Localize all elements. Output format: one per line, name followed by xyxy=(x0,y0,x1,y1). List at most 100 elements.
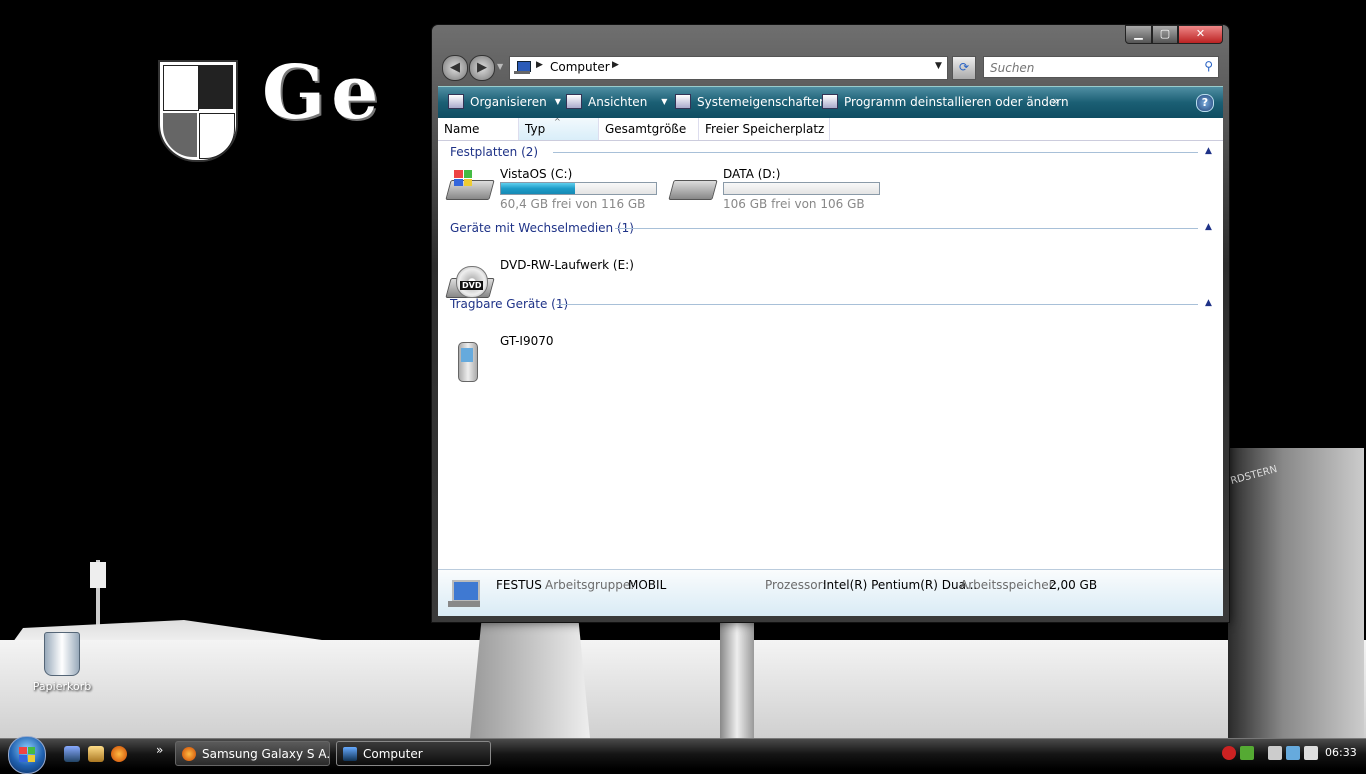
dvd-drive-icon: DVD xyxy=(445,266,495,300)
organize-icon xyxy=(448,94,464,109)
breadcrumb-computer[interactable]: Computer xyxy=(550,60,610,74)
start-button[interactable] xyxy=(8,736,46,774)
drive-d-free-space: 106 GB frei von 106 GB xyxy=(723,197,865,211)
chevron-down-icon: ▼ xyxy=(554,97,561,106)
computer-icon xyxy=(448,580,480,608)
minimize-button[interactable]: ▁ xyxy=(1125,25,1152,44)
uninstall-program-label: Programm deinstallieren oder ändern xyxy=(844,94,1069,109)
city-crest-icon xyxy=(158,60,238,162)
drive-c-usage-bar xyxy=(500,182,657,195)
drive-e-name: DVD-RW-Laufwerk (E:) xyxy=(500,258,634,272)
uninstall-program-button[interactable]: Programm deinstallieren oder ändern xyxy=(822,94,1069,109)
memory-label: Arbeitsspeicher: xyxy=(960,578,1058,592)
address-bar[interactable]: ▶ Computer ▶ ▼ xyxy=(509,56,948,80)
processor-value: Intel(R) Pentium(R) Dua... xyxy=(823,578,978,592)
programs-icon xyxy=(822,94,838,109)
refresh-icon: ⟳ xyxy=(958,60,970,74)
clock[interactable]: 06:33 xyxy=(1325,746,1357,759)
wallpaper-gothic-text: Ge xyxy=(262,50,385,136)
more-commands-button[interactable]: » xyxy=(1052,94,1059,108)
search-icon[interactable]: ⚲ xyxy=(1204,59,1213,73)
refresh-button[interactable]: ⟳ xyxy=(952,56,976,80)
column-header-name[interactable]: Name xyxy=(438,118,519,140)
network-tray-icon[interactable] xyxy=(1286,746,1300,760)
command-bar: Organisieren ▼ Ansichten ▼ Systemeigensc… xyxy=(438,86,1223,118)
chimney xyxy=(720,620,754,738)
group-divider xyxy=(615,228,1198,229)
organize-menu[interactable]: Organisieren ▼ xyxy=(448,94,561,109)
recent-pages-dropdown[interactable]: ▼ xyxy=(497,62,503,71)
group-divider xyxy=(553,152,1198,153)
window-controls: ▁ ▢ ✕ xyxy=(1125,25,1223,44)
collapse-icon[interactable]: ▲ xyxy=(1205,146,1212,156)
search-box[interactable]: ⚲ xyxy=(983,56,1219,78)
close-button[interactable]: ✕ xyxy=(1178,25,1223,44)
chevron-down-icon: ▼ xyxy=(661,97,668,106)
views-menu[interactable]: Ansichten ▼ xyxy=(566,94,667,109)
breadcrumb-chevron-icon[interactable]: ▶ xyxy=(612,60,619,70)
system-properties-button[interactable]: Systemeigenschaften xyxy=(675,94,827,109)
drive-c-usage-fill xyxy=(501,183,576,194)
drive-c-free-space: 60,4 GB frei von 116 GB xyxy=(500,197,646,211)
antivirus-tray-icon[interactable] xyxy=(1222,746,1236,760)
file-list: Name Typ ^ Gesamtgröße Freier Speicherpl… xyxy=(438,117,1223,569)
collapse-icon[interactable]: ▲ xyxy=(1205,222,1212,232)
drive-c-name: VistaOS (C:) xyxy=(500,167,573,181)
stadium-stands xyxy=(0,640,1366,738)
arrow-right-icon: ▶ xyxy=(477,60,487,75)
group-divider xyxy=(556,304,1198,305)
drive-d-usage-bar xyxy=(723,182,880,195)
power-tray-icon[interactable] xyxy=(1268,746,1282,760)
taskbar-button-computer[interactable]: Computer xyxy=(336,741,491,766)
update-tray-icon[interactable] xyxy=(1240,746,1254,760)
firefox-icon xyxy=(182,747,196,761)
group-header-removable[interactable]: Geräte mit Wechselmedien (1) xyxy=(450,221,634,237)
maximize-button[interactable]: ▢ xyxy=(1152,25,1178,44)
taskbar-button-label: Samsung Galaxy S A... xyxy=(202,747,330,761)
hard-disk-windows-icon xyxy=(445,168,495,202)
computer-icon xyxy=(343,747,357,761)
floodlight-head xyxy=(90,562,106,588)
taskbar-button-label: Computer xyxy=(363,747,423,761)
workgroup-label: Arbeitsgruppe: xyxy=(545,578,635,592)
column-header-free-space[interactable]: Freier Speicherplatz xyxy=(699,118,830,140)
breadcrumb-chevron-icon[interactable]: ▶ xyxy=(536,60,543,70)
forward-button[interactable]: ▶ xyxy=(469,55,495,81)
processor-label: Prozessor: xyxy=(765,578,827,592)
column-headers: Name Typ ^ Gesamtgröße Freier Speicherpl… xyxy=(438,117,1223,141)
address-dropdown-icon[interactable]: ▼ xyxy=(935,61,942,71)
windows-logo-icon xyxy=(19,747,35,762)
group-header-hard-disks[interactable]: Festplatten (2) xyxy=(450,145,538,161)
hard-disk-icon xyxy=(668,168,718,202)
show-desktop-icon[interactable] xyxy=(64,746,80,762)
recycle-bin-desktop-icon[interactable]: Papierkorb xyxy=(26,632,98,693)
computer-icon xyxy=(514,61,531,74)
details-pane: FESTUS Arbeitsgruppe: MOBIL Prozessor: I… xyxy=(438,569,1223,616)
organize-label: Organisieren xyxy=(470,94,547,109)
help-icon[interactable]: ? xyxy=(1196,94,1214,112)
group-header-portable[interactable]: Tragbare Geräte (1) xyxy=(450,297,568,313)
computer-name: FESTUS xyxy=(496,578,542,592)
views-icon xyxy=(566,94,582,109)
switch-windows-icon[interactable] xyxy=(88,746,104,762)
column-header-total-size[interactable]: Gesamtgröße xyxy=(599,118,699,140)
cooling-tower xyxy=(470,615,590,738)
memory-value: 2,00 GB xyxy=(1049,578,1098,592)
office-tower xyxy=(1228,448,1364,738)
search-input[interactable] xyxy=(988,58,1192,78)
volume-muted-icon[interactable] xyxy=(1304,746,1318,760)
system-properties-icon xyxy=(675,94,691,109)
sort-ascending-icon: ^ xyxy=(554,117,561,126)
firefox-icon[interactable] xyxy=(111,746,127,762)
arrow-left-icon: ◀ xyxy=(450,60,460,75)
workgroup-value: MOBIL xyxy=(628,578,667,592)
recycle-bin-label: Papierkorb xyxy=(32,680,92,693)
views-label: Ansichten xyxy=(588,94,648,109)
navigation-bar: ◀ ▶ ▼ ▶ Computer ▶ ▼ ⟳ ⚲ xyxy=(442,54,1219,81)
quick-launch-more[interactable]: » xyxy=(156,743,163,757)
back-button[interactable]: ◀ xyxy=(442,55,468,81)
taskbar-button-firefox[interactable]: Samsung Galaxy S A... xyxy=(175,741,330,766)
portable-device-name: GT-I9070 xyxy=(500,334,554,348)
collapse-icon[interactable]: ▲ xyxy=(1205,298,1212,308)
system-properties-label: Systemeigenschaften xyxy=(697,94,827,109)
